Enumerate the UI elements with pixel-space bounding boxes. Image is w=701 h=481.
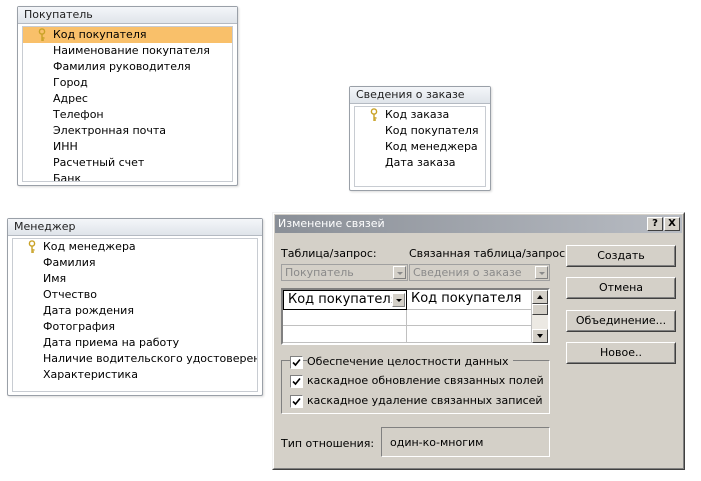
order-field-list: Код заказа Код покупателя Код менеджера … <box>354 106 486 187</box>
field-director-surname[interactable]: Фамилия руководителя <box>23 59 232 75</box>
field-customer-id[interactable]: Код покупателя <box>23 27 232 43</box>
field-order-id[interactable]: Код заказа <box>355 107 485 123</box>
cascade-delete-checkbox[interactable] <box>290 395 303 408</box>
create-new-button[interactable]: Новое.. <box>566 342 676 364</box>
cancel-button[interactable]: Отмена <box>566 277 676 299</box>
scroll-thumb[interactable] <box>532 304 548 315</box>
relation-type-label: Тип отношения: <box>281 437 375 450</box>
join-type-button[interactable]: Объединение... <box>566 310 676 332</box>
table-query-label: Таблица/запрос: <box>281 247 377 260</box>
field-phone[interactable]: Телефон <box>23 107 232 123</box>
scroll-down-button[interactable] <box>532 329 548 343</box>
field-driver-license[interactable]: Наличие водительского удостоверения <box>13 351 257 367</box>
manager-table-title[interactable]: Менеджер <box>8 219 262 236</box>
enforce-integrity-label: Обеспечение целостности данных <box>307 355 513 368</box>
field-patronymic[interactable]: Отчество <box>13 287 257 303</box>
customer-field-list: Код покупателя Наименование покупателя Ф… <box>22 26 233 182</box>
grid-empty-cell[interactable] <box>407 326 532 343</box>
help-button[interactable]: ? <box>647 217 663 231</box>
dialog-title: Изменение связей <box>278 217 385 230</box>
field-bank[interactable]: Банк <box>23 171 232 181</box>
grid-empty-cell[interactable] <box>283 326 407 343</box>
edit-relationships-dialog: Изменение связей ? X Таблица/запрос: Свя… <box>272 212 685 470</box>
order-table[interactable]: Сведения о заказе Код заказа Код покупат… <box>349 86 491 191</box>
check-icon <box>292 358 301 367</box>
cascade-update-checkbox[interactable] <box>290 375 303 388</box>
customer-table[interactable]: Покупатель Код покупателя Наименование п… <box>17 6 238 186</box>
field-account[interactable]: Расчетный счет <box>23 155 232 171</box>
create-button[interactable]: Создать <box>566 245 676 267</box>
field-order-customer-id[interactable]: Код покупателя <box>355 123 485 139</box>
check-icon <box>292 377 301 386</box>
grid-empty-cell[interactable] <box>407 310 532 326</box>
right-field-cell[interactable]: Код покупателя <box>407 290 532 310</box>
field-photo[interactable]: Фотография <box>13 319 257 335</box>
field-customer-name[interactable]: Наименование покупателя <box>23 43 232 59</box>
grid-empty-cell[interactable] <box>283 310 407 326</box>
field-address[interactable]: Адрес <box>23 91 232 107</box>
primary-key-icon <box>38 28 46 41</box>
field-hire-date[interactable]: Дата приема на работу <box>13 335 257 351</box>
customer-table-title[interactable]: Покупатель <box>18 7 237 24</box>
manager-field-list: Код менеджера Фамилия Имя Отчество Дата … <box>12 238 258 392</box>
table-query-combo[interactable]: Покупатель <box>281 264 408 281</box>
field-order-manager-id[interactable]: Код менеджера <box>355 139 485 155</box>
cascade-update-label: каскадное обновление связанных полей <box>307 374 544 387</box>
enforce-integrity-checkbox[interactable] <box>290 356 303 369</box>
dropdown-arrow-icon[interactable] <box>392 293 405 307</box>
dropdown-arrow-icon[interactable] <box>535 266 548 279</box>
grid-scrollbar[interactable] <box>532 290 548 343</box>
relation-type-box: один-ко-многим <box>381 427 550 457</box>
related-table-combo[interactable]: Сведения о заказе <box>409 264 550 281</box>
field-inn[interactable]: ИНН <box>23 139 232 155</box>
field-mapping-grid[interactable]: Код покупателя Код покупателя <box>281 288 550 345</box>
close-button[interactable]: X <box>664 217 680 231</box>
check-icon <box>292 397 301 406</box>
field-birth-date[interactable]: Дата рождения <box>13 303 257 319</box>
scroll-up-button[interactable] <box>532 290 548 304</box>
field-email[interactable]: Электронная почта <box>23 123 232 139</box>
dropdown-arrow-icon[interactable] <box>393 266 406 279</box>
field-surname[interactable]: Фамилия <box>13 255 257 271</box>
order-table-title[interactable]: Сведения о заказе <box>350 87 490 104</box>
left-field-cell[interactable]: Код покупателя <box>283 290 407 310</box>
cascade-delete-label: каскадное удаление связанных записей <box>307 394 543 407</box>
manager-table[interactable]: Менеджер Код менеджера Фамилия Имя Отчес… <box>7 218 263 396</box>
primary-key-icon <box>370 108 378 121</box>
field-first-name[interactable]: Имя <box>13 271 257 287</box>
dialog-title-bar[interactable]: Изменение связей ? X <box>275 215 682 233</box>
field-city[interactable]: Город <box>23 75 232 91</box>
field-manager-id[interactable]: Код менеджера <box>13 239 257 255</box>
field-order-date[interactable]: Дата заказа <box>355 155 485 171</box>
relation-type-value: один-ко-многим <box>390 436 484 449</box>
field-characteristic[interactable]: Характеристика <box>13 367 257 383</box>
primary-key-icon <box>28 240 36 253</box>
related-table-label: Связанная таблица/запрос: <box>409 247 569 260</box>
